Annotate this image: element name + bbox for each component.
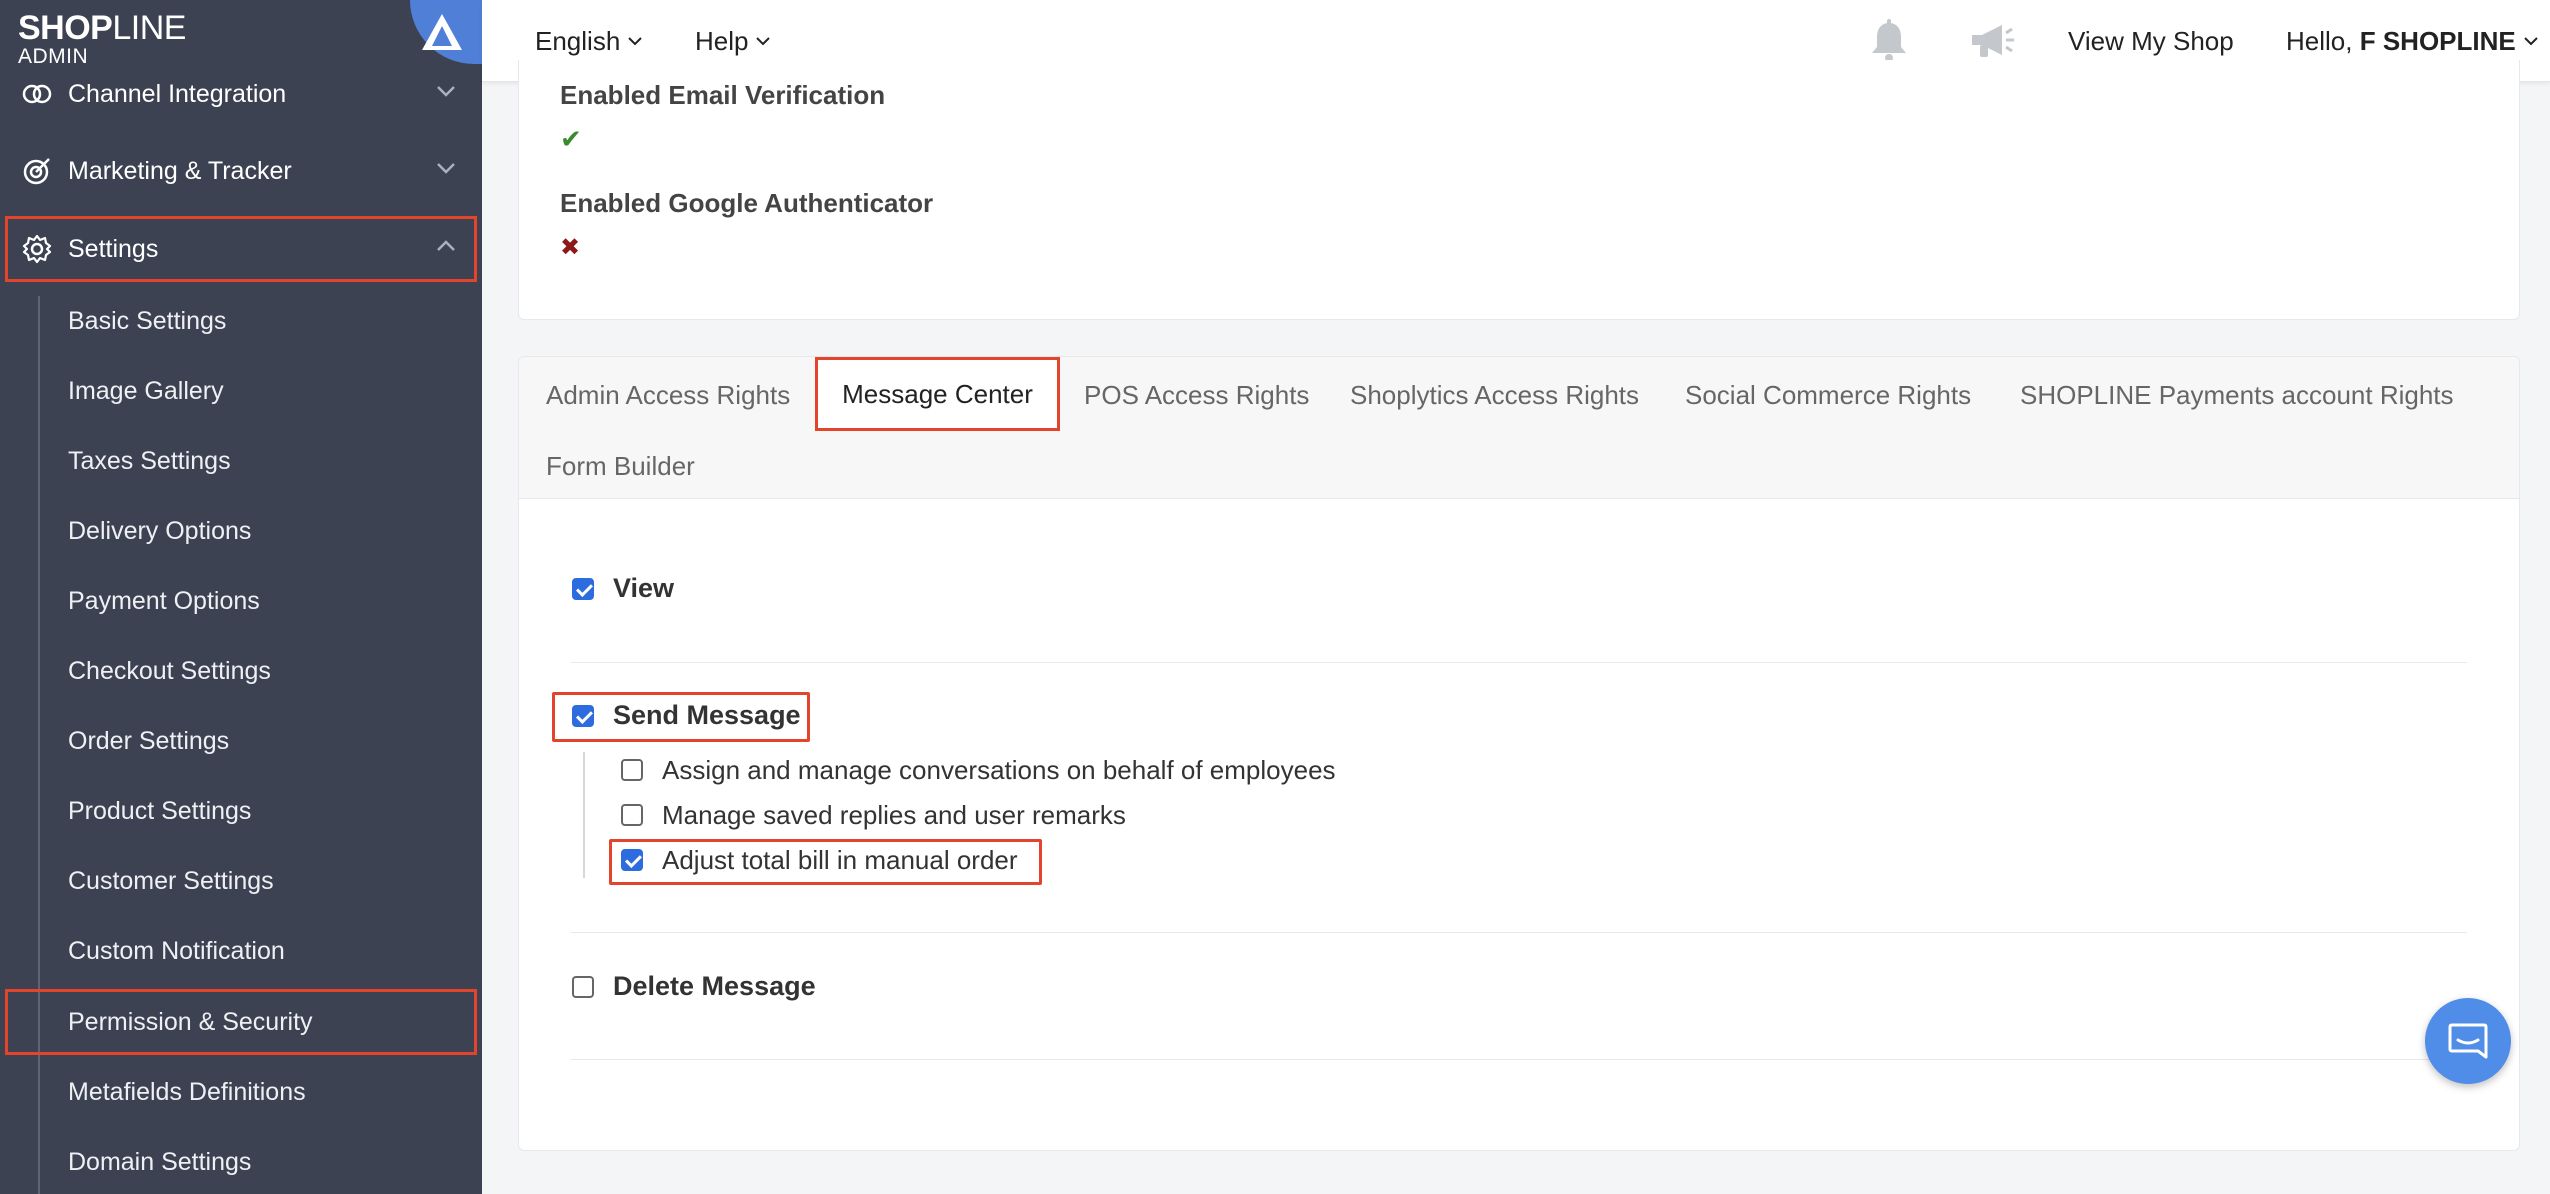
settings-item-permission-security[interactable]: Permission & Security <box>5 989 477 1055</box>
delete-message-checkbox[interactable] <box>572 976 594 998</box>
chat-support-button[interactable] <box>2425 998 2511 1084</box>
settings-item-delivery[interactable]: Delivery Options <box>0 501 482 561</box>
settings-item-label: Payment Options <box>68 586 260 615</box>
send-message-label: Send Message <box>613 700 801 730</box>
gear-icon <box>20 232 54 266</box>
cross-icon: ✖ <box>560 234 581 261</box>
settings-item-label: Delivery Options <box>68 516 252 545</box>
view-shop-label: View My Shop <box>2068 25 2234 56</box>
settings-item-metafields[interactable]: Metafields Definitions <box>0 1062 482 1122</box>
brand-mark <box>410 0 482 64</box>
chevron-down-icon <box>437 163 455 174</box>
megaphone-icon <box>1972 25 2014 57</box>
mountain-icon <box>422 14 462 50</box>
chat-bubble-icon <box>2448 1023 2488 1059</box>
settings-item-label: Image Gallery <box>68 376 224 405</box>
nav-marketing-tracker[interactable]: Marketing & Tracker <box>0 138 482 204</box>
settings-item-domain[interactable]: Domain Settings <box>0 1132 482 1192</box>
settings-item-payment[interactable]: Payment Options <box>0 571 482 631</box>
view-checkbox[interactable] <box>572 578 594 600</box>
saved-replies-checkbox[interactable] <box>621 804 643 826</box>
settings-item-label: Metafields Definitions <box>68 1077 306 1106</box>
settings-item-label: Product Settings <box>68 796 252 825</box>
target-icon <box>20 154 54 188</box>
settings-item-label: Customer Settings <box>68 866 274 895</box>
nav-channel-integration[interactable]: Channel Integration <box>0 61 482 127</box>
tab-shopline-payments-rights[interactable]: SHOPLINE Payments account Rights <box>2020 380 2454 411</box>
help-label: Help <box>695 25 749 56</box>
settings-item-label: Basic Settings <box>68 306 227 335</box>
language-label: English <box>535 25 621 56</box>
settings-item-label: Taxes Settings <box>68 446 231 475</box>
settings-item-order[interactable]: Order Settings <box>0 711 482 771</box>
email-verification-label: Enabled Email Verification <box>560 80 886 110</box>
settings-item-checkout[interactable]: Checkout Settings <box>0 641 482 701</box>
chevron-down-icon <box>756 36 771 45</box>
send-message-checkbox[interactable] <box>572 705 594 727</box>
view-label: View <box>613 573 675 603</box>
tab-admin-access-rights[interactable]: Admin Access Rights <box>546 380 790 411</box>
tab-message-center[interactable]: Message Center <box>815 357 1060 431</box>
settings-item-label: Order Settings <box>68 726 230 755</box>
assign-conversations-checkbox[interactable] <box>621 759 643 781</box>
link-rings-icon <box>20 77 54 111</box>
bell-icon <box>1872 19 1906 62</box>
chevron-down-icon <box>437 86 455 97</box>
nav-label: Marketing & Tracker <box>68 156 292 185</box>
chevron-up-icon <box>437 240 455 251</box>
settings-item-label: Custom Notification <box>68 936 285 965</box>
settings-item-taxes[interactable]: Taxes Settings <box>0 431 482 491</box>
tab-social-commerce-rights[interactable]: Social Commerce Rights <box>1685 380 1971 411</box>
sidebar: SHOPLINE ADMIN Channel Integration Marke… <box>0 0 482 1194</box>
divider <box>571 662 2467 663</box>
nav-label: Channel Integration <box>68 79 287 108</box>
hello-prefix: Hello, <box>2286 25 2353 56</box>
sub-permission-guide-line <box>583 752 585 878</box>
settings-item-image-gallery[interactable]: Image Gallery <box>0 361 482 421</box>
assign-conversations-label: Assign and manage conversations on behal… <box>662 755 1336 785</box>
adjust-bill-checkbox[interactable] <box>621 849 643 871</box>
settings-item-customer[interactable]: Customer Settings <box>0 851 482 911</box>
settings-item-custom-notification[interactable]: Custom Notification <box>0 921 482 981</box>
nav-label: Settings <box>68 234 159 263</box>
saved-replies-label: Manage saved replies and user remarks <box>662 800 1126 830</box>
divider <box>571 932 2467 933</box>
delete-message-label: Delete Message <box>613 971 816 1001</box>
tab-form-builder[interactable]: Form Builder <box>546 451 695 482</box>
logo-brand-thin: LINE <box>112 9 186 47</box>
settings-item-label: Checkout Settings <box>68 656 271 685</box>
logo-brand-bold: SHOP <box>18 9 113 47</box>
settings-item-label: Domain Settings <box>68 1147 252 1176</box>
chevron-down-icon <box>2524 36 2538 45</box>
settings-item-label: Permission & Security <box>68 1007 313 1036</box>
settings-item-basic[interactable]: Basic Settings <box>0 291 482 351</box>
divider <box>571 1059 2467 1060</box>
tab-shoplytics-access-rights[interactable]: Shoplytics Access Rights <box>1350 380 1639 411</box>
check-icon: ✔ <box>560 124 582 154</box>
shopline-logo[interactable]: SHOPLINE ADMIN <box>18 10 186 68</box>
tab-pos-access-rights[interactable]: POS Access Rights <box>1084 380 1309 411</box>
settings-item-product[interactable]: Product Settings <box>0 781 482 841</box>
adjust-bill-label: Adjust total bill in manual order <box>662 845 1018 875</box>
user-name: F SHOPLINE <box>2359 25 2516 56</box>
nav-settings[interactable]: Settings <box>5 216 477 282</box>
chevron-down-icon <box>628 36 642 45</box>
google-authenticator-label: Enabled Google Authenticator <box>560 188 934 218</box>
